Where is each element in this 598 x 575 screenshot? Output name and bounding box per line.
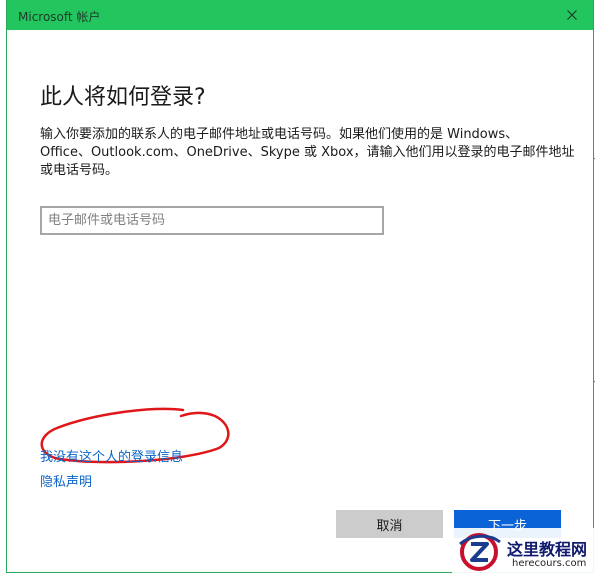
instructions-line: 或电话号码。 bbox=[40, 163, 119, 178]
watermark: 这里教程网 herecours.com bbox=[452, 528, 598, 575]
watermark-name: 这里教程网 bbox=[507, 540, 588, 559]
page-title: 此人将如何登录? bbox=[40, 85, 206, 110]
close-icon bbox=[567, 10, 577, 20]
no-signin-info-link[interactable]: 我没有这个人的登录信息 bbox=[40, 446, 183, 465]
screen: Y Y Microsoft 帐户 此人将如何登录? 输入你要添加的联系人的电子邮… bbox=[0, 0, 598, 575]
privacy-statement-link[interactable]: 隐私声明 bbox=[40, 471, 92, 490]
instructions-line: 输入你要添加的联系人的电子邮件地址或电话号码。如果他们使用的是 Windows、 bbox=[40, 127, 519, 142]
watermark-domain: herecours.com bbox=[512, 558, 587, 569]
close-button[interactable] bbox=[551, 0, 593, 30]
cancel-button[interactable]: 取消 bbox=[336, 510, 443, 538]
z-logo-icon bbox=[459, 533, 501, 571]
instructions-text: 输入你要添加的联系人的电子邮件地址或电话号码。如果他们使用的是 Windows、… bbox=[40, 126, 575, 180]
microsoft-account-dialog: Microsoft 帐户 此人将如何登录? 输入你要添加的联系人的电子邮件地址或… bbox=[6, 0, 594, 573]
instructions-line: Office、Outlook.com、OneDrive、Skype 或 Xbox… bbox=[40, 145, 575, 160]
title-bar: Microsoft 帐户 bbox=[7, 0, 593, 30]
email-or-phone-input[interactable] bbox=[40, 206, 384, 235]
window-title: Microsoft 帐户 bbox=[18, 10, 101, 24]
